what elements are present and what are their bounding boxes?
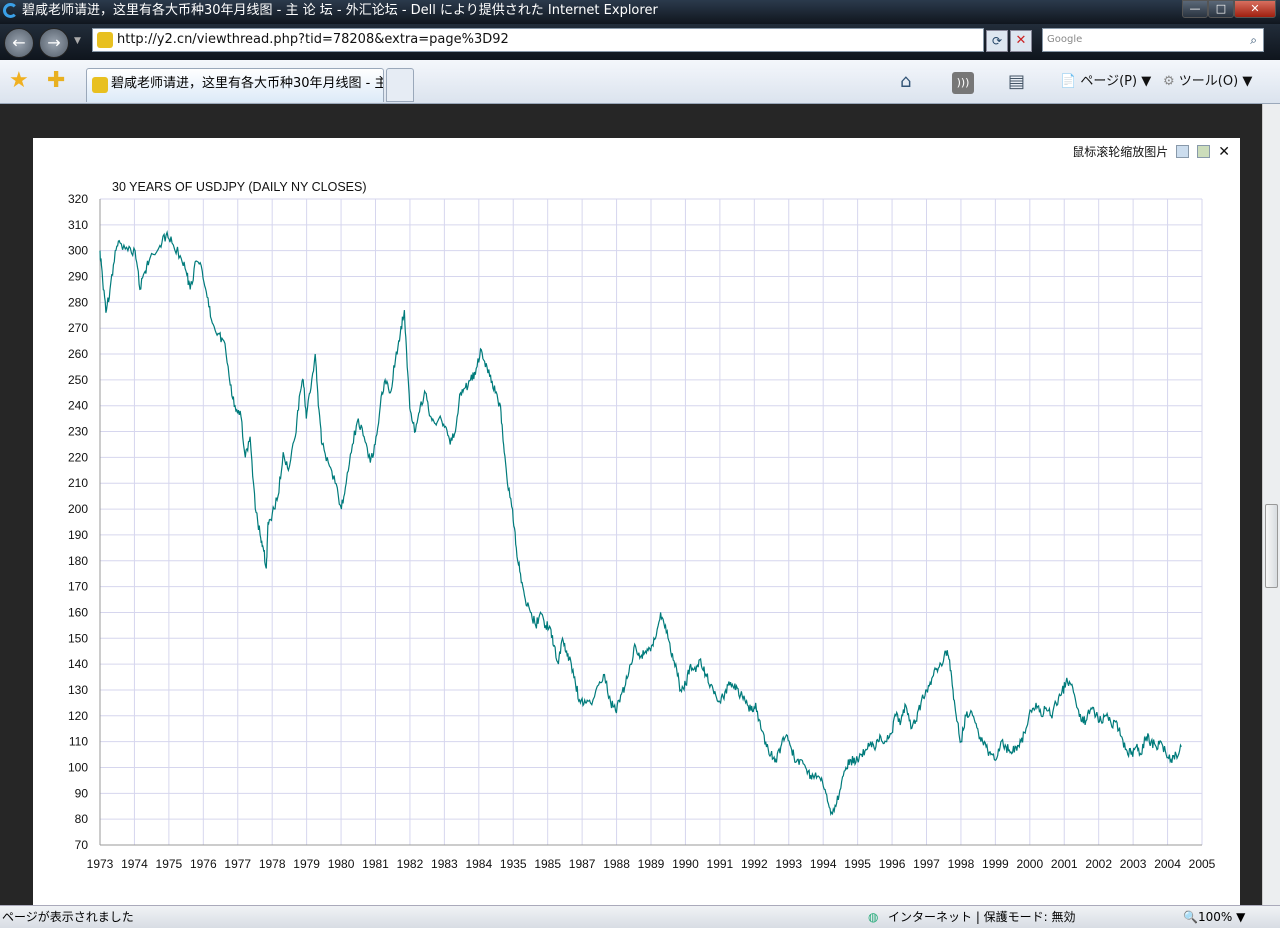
y-tick-label: 250 [68, 373, 88, 387]
y-tick-label: 260 [68, 347, 88, 361]
y-tick-label: 230 [68, 425, 88, 439]
y-tick-label: 170 [68, 580, 88, 594]
x-tick-label: 2001 [1051, 857, 1078, 871]
y-tick-label: 120 [68, 709, 88, 723]
x-tick-label: 1935 [500, 857, 527, 871]
x-tick-label: 1981 [362, 857, 389, 871]
y-tick-label: 270 [68, 321, 88, 335]
x-tick-label: 1994 [810, 857, 837, 871]
x-tick-label: 1996 [879, 857, 906, 871]
x-tick-label: 1990 [672, 857, 699, 871]
status-text: ページが表示されました [2, 910, 134, 924]
x-tick-label: 2003 [1120, 857, 1147, 871]
x-tick-label: 2005 [1189, 857, 1216, 871]
status-bar: ページが表示されました ◍ インターネット | 保護モード: 無効 🔍100% … [0, 905, 1280, 928]
x-tick-label: 1988 [603, 857, 630, 871]
y-tick-label: 300 [68, 244, 88, 258]
usdjpy-chart: 30 YEARS OF USDJPY (DAILY NY CLOSES) 70 8… [68, 180, 1216, 871]
x-tick-label: 2000 [1016, 857, 1043, 871]
y-tick-label: 220 [68, 450, 88, 464]
y-tick-label: 190 [68, 528, 88, 542]
globe-icon: ◍ [868, 910, 879, 924]
y-tick-label: 290 [68, 270, 88, 284]
x-tick-label: 1998 [948, 857, 975, 871]
y-tick-label: 150 [68, 631, 88, 645]
y-tick-label: 130 [68, 683, 88, 697]
usdjpy-series-line [99, 229, 1182, 817]
y-tick-label: 90 [75, 786, 89, 800]
x-tick-label: 1980 [328, 857, 355, 871]
x-tick-label: 1979 [293, 857, 320, 871]
y-tick-label: 160 [68, 605, 88, 619]
scrollbar-thumb[interactable] [1265, 504, 1278, 588]
y-tick-label: 100 [68, 760, 88, 774]
x-tick-label: 1992 [741, 857, 768, 871]
x-tick-label: 1989 [638, 857, 665, 871]
chart-title: 30 YEARS OF USDJPY (DAILY NY CLOSES) [112, 180, 367, 194]
x-tick-label: 1974 [121, 857, 148, 871]
y-tick-label: 110 [69, 735, 88, 749]
x-tick-label: 1982 [397, 857, 424, 871]
x-tick-label: 2002 [1085, 857, 1112, 871]
x-tick-label: 1985 [534, 857, 561, 871]
x-tick-label: 1973 [87, 857, 114, 871]
y-tick-label: 200 [68, 502, 88, 516]
y-tick-label: 240 [68, 399, 88, 413]
x-tick-label: 1999 [982, 857, 1009, 871]
x-tick-label: 1975 [156, 857, 183, 871]
x-tick-label: 1987 [569, 857, 596, 871]
zoom-value: 100% [1197, 910, 1233, 924]
x-tick-label: 1983 [431, 857, 458, 871]
zoom-level[interactable]: 🔍100% ▼ [1183, 906, 1245, 928]
y-tick-label: 310 [68, 218, 88, 232]
y-tick-label: 320 [68, 192, 88, 206]
y-tick-label: 280 [68, 295, 88, 309]
y-tick-label: 140 [68, 657, 88, 671]
x-tick-label: 1984 [465, 857, 492, 871]
y-tick-label: 80 [75, 812, 89, 826]
x-tick-label: 1978 [259, 857, 286, 871]
chart-grid [99, 198, 1203, 846]
x-tick-label: 1976 [190, 857, 217, 871]
x-tick-label: 1991 [707, 857, 734, 871]
x-tick-label: 1997 [913, 857, 940, 871]
y-tick-label: 210 [68, 476, 88, 490]
vertical-scrollbar[interactable] [1262, 104, 1280, 905]
x-tick-label: 1995 [844, 857, 871, 871]
y-tick-label: 70 [75, 838, 89, 852]
x-tick-label: 2004 [1154, 857, 1181, 871]
x-tick-label: 1977 [224, 857, 251, 871]
security-zone: インターネット | 保護モード: 無効 [888, 910, 1076, 924]
y-tick-label: 180 [68, 554, 88, 568]
x-tick-label: 1993 [775, 857, 802, 871]
